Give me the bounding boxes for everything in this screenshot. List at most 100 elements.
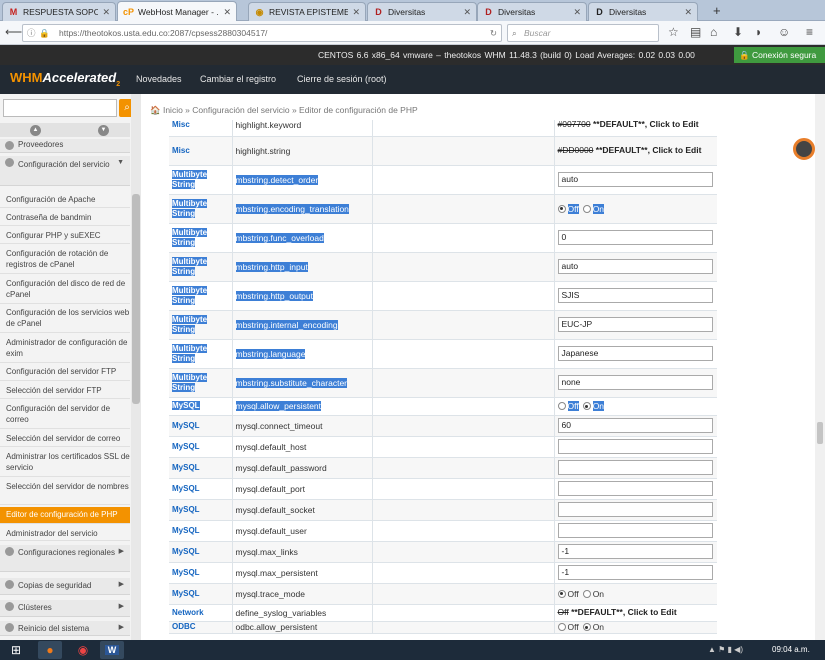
- directive-value-input[interactable]: [557, 523, 713, 538]
- browser-tab[interactable]: D Diversitas ✕: [367, 2, 477, 21]
- start-icon[interactable]: ⊞: [4, 641, 28, 659]
- close-tab-icon[interactable]: ✕: [463, 7, 471, 18]
- browser-tab[interactable]: cP WebHost Manager - ... ✕: [117, 1, 237, 22]
- sidebar-item[interactable]: Contraseña de bandmin: [0, 210, 130, 226]
- radio-on[interactable]: [582, 402, 591, 411]
- collapse-up-icon[interactable]: ▲: [30, 125, 41, 136]
- chrome-icon[interactable]: ◉: [71, 641, 95, 659]
- directive-value-input[interactable]: [557, 481, 713, 496]
- back-icon[interactable]: ⟵: [5, 25, 22, 39]
- close-tab-icon[interactable]: ✕: [102, 7, 110, 18]
- sidebar-item[interactable]: Configuración de rotación de registros d…: [0, 246, 130, 274]
- collapse-down-icon[interactable]: ▼: [98, 125, 109, 136]
- firefox-icon[interactable]: ●: [38, 641, 62, 659]
- whm-logo[interactable]: WHMAccelerated2: [10, 70, 120, 88]
- pocket-icon[interactable]: ◗: [755, 25, 762, 39]
- sidebar-item[interactable]: Administrador del servicio: [0, 526, 130, 541]
- sidebar-scroll-thumb[interactable]: [132, 194, 140, 404]
- logo-version: 2: [116, 80, 121, 88]
- sidebar-section-label: Configuración del servicio: [18, 160, 110, 169]
- nav-cerrar-sesion[interactable]: Cierre de sesión (root): [297, 74, 387, 84]
- sidebar-section-config[interactable]: Configuración del servicio ▼: [0, 156, 130, 186]
- browser-tab[interactable]: M RESPUESTA SOPORT...✕: [2, 2, 116, 21]
- sidebar-item[interactable]: Configuración de los servicios web de cP…: [0, 305, 130, 333]
- radio-on[interactable]: [582, 589, 591, 598]
- reading-list-icon[interactable]: ▤: [690, 25, 701, 39]
- word-icon[interactable]: W: [100, 641, 124, 659]
- default-value-link[interactable]: #007700 **DEFAULT**, Click to Edit: [558, 120, 715, 130]
- secure-connection-button[interactable]: 🔒 Conexión segura: [734, 47, 825, 63]
- sidebar-item[interactable]: Editor de configuración de PHP: [0, 507, 130, 524]
- radio-off[interactable]: [557, 204, 566, 213]
- chat-icon[interactable]: ☺: [778, 25, 790, 39]
- section-label: MySQL: [172, 441, 200, 451]
- sidebar-item[interactable]: Configuración del servidor FTP: [0, 364, 130, 381]
- new-tab-icon[interactable]: +: [713, 3, 721, 18]
- close-tab-icon[interactable]: ✕: [223, 7, 231, 18]
- default-value-link[interactable]: Off **DEFAULT**, Click to Edit: [558, 607, 715, 618]
- sidebar-section[interactable]: Clústeres ▶: [0, 600, 130, 617]
- radio-off[interactable]: [557, 623, 566, 632]
- close-tab-icon[interactable]: ✕: [684, 7, 692, 18]
- page-scrollbar[interactable]: [815, 94, 825, 640]
- home-icon[interactable]: 🏠: [150, 105, 161, 115]
- url-field[interactable]: ⓘ 🔒 https://theotokos.usta.edu.co:2087/c…: [22, 24, 502, 42]
- default-value-link[interactable]: #DD0000 **DEFAULT**, Click to Edit: [558, 145, 715, 156]
- help-floating-icon[interactable]: [793, 138, 815, 160]
- sidebar-item[interactable]: Administrar los certificados SSL de serv…: [0, 449, 130, 477]
- sidebar-scrollbar[interactable]: [131, 94, 141, 640]
- section-label: Multibyte String: [172, 198, 208, 218]
- sidebar-section[interactable]: Reinicio del sistema ▶: [0, 621, 130, 636]
- directive-value-input[interactable]: 60: [557, 418, 713, 433]
- sidebar-item[interactable]: Configurar PHP y suEXEC: [0, 228, 130, 244]
- sidebar-section[interactable]: Configuraciones regionales ▶: [0, 545, 130, 572]
- radio-off[interactable]: [557, 589, 566, 598]
- radio-off[interactable]: [557, 402, 566, 411]
- nav-novedades[interactable]: Novedades: [136, 74, 182, 84]
- directive-value-input[interactable]: [557, 502, 713, 517]
- radio-on[interactable]: [582, 204, 591, 213]
- bookmark-star-icon[interactable]: ☆: [668, 25, 679, 39]
- close-tab-icon[interactable]: ✕: [573, 7, 581, 18]
- section-icon: [5, 580, 14, 589]
- directive-value-input[interactable]: 0: [557, 230, 713, 245]
- directive-value-input[interactable]: none: [557, 375, 713, 390]
- info-icon[interactable]: ⓘ: [27, 25, 36, 41]
- section-label: Multibyte String: [172, 256, 208, 276]
- sidebar-item[interactable]: Selección del servidor FTP: [0, 383, 130, 399]
- breadcrumb-text[interactable]: Inicio » Configuración del servicio » Ed…: [163, 105, 418, 115]
- directive-value-input[interactable]: Japanese: [557, 346, 713, 361]
- sidebar-item[interactable]: Configuración de Apache: [0, 192, 130, 208]
- radio-on[interactable]: [582, 623, 591, 632]
- sidebar-item[interactable]: Configuración del disco de red de cPanel: [0, 276, 130, 304]
- sidebar-item[interactable]: Configuración del servidor de correo: [0, 401, 130, 429]
- sidebar-section-proveedores[interactable]: Proveedores: [0, 139, 130, 153]
- directive-value-input[interactable]: auto: [557, 259, 713, 274]
- sidebar-item[interactable]: Administrador de configuración de exim: [0, 335, 130, 363]
- sidebar-section[interactable]: Copias de seguridad ▶: [0, 578, 130, 595]
- sidebar-item[interactable]: Selección del servidor de nombres: [0, 479, 130, 505]
- menu-icon[interactable]: ≡: [806, 25, 813, 39]
- browser-tab[interactable]: ◉ REVISTA EPISTEME ✕: [248, 2, 366, 21]
- directive-value-input[interactable]: -1: [557, 544, 713, 559]
- home-icon[interactable]: ⌂: [710, 25, 717, 39]
- directive-value-input[interactable]: -1: [557, 565, 713, 580]
- directive-value-input[interactable]: SJIS: [557, 288, 713, 303]
- directive-value-input[interactable]: auto: [557, 172, 713, 187]
- download-icon[interactable]: ⬇: [733, 25, 743, 39]
- nav-cambiar-registro[interactable]: Cambiar el registro: [200, 74, 276, 84]
- browser-tab[interactable]: D Diversitas ✕: [588, 2, 698, 21]
- sidebar-search-input[interactable]: [3, 99, 117, 117]
- section-label: MySQL: [172, 546, 200, 556]
- close-tab-icon[interactable]: ✕: [352, 7, 360, 18]
- directive-value-input[interactable]: EUC-JP: [557, 317, 713, 332]
- page-scroll-thumb[interactable]: [817, 422, 823, 444]
- reload-icon[interactable]: ↻: [490, 25, 497, 41]
- search-field[interactable]: ⌕ Buscar: [507, 24, 659, 42]
- tab-favicon-icon: M: [9, 7, 18, 17]
- directive-value-input[interactable]: [557, 460, 713, 475]
- tray-icons[interactable]: ▲ ⚑ ▮ ◀): [708, 645, 743, 654]
- directive-value-input[interactable]: [557, 439, 713, 454]
- sidebar-item[interactable]: Selección del servidor de correo: [0, 431, 130, 447]
- browser-tab[interactable]: D Diversitas ✕: [477, 2, 587, 21]
